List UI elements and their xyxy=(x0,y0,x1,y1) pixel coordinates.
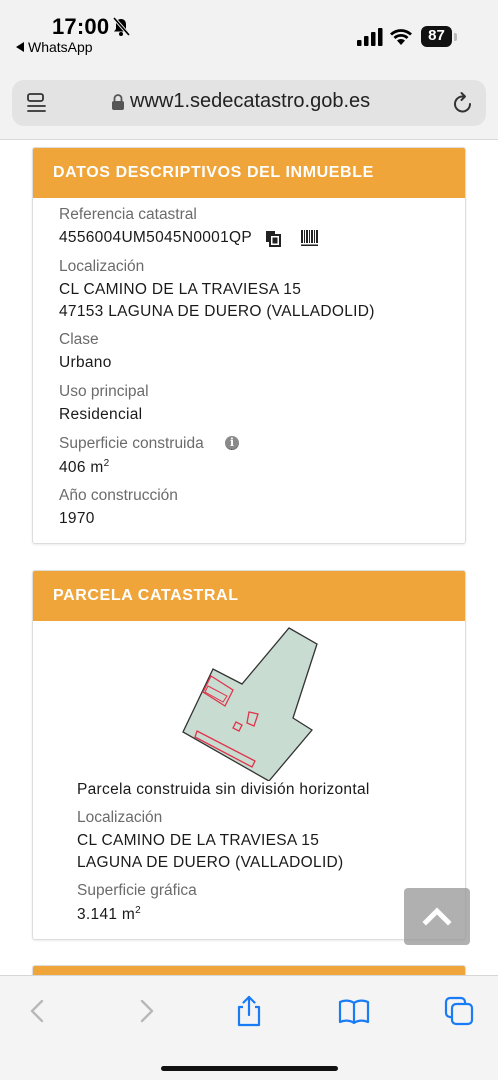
loc-line1: CL CAMINO DE LA TRAVIESA 15 xyxy=(59,281,302,298)
inmueble-card: DATOS DESCRIPTIVOS DEL INMUEBLE Referenc… xyxy=(32,147,466,544)
sup-grafica-exp: 2 xyxy=(135,905,141,916)
tabs-icon[interactable] xyxy=(442,994,476,1028)
inmueble-header: DATOS DESCRIPTIVOS DEL INMUEBLE xyxy=(33,148,465,198)
parcel-map[interactable] xyxy=(181,626,321,781)
ref-label: Referencia catastral xyxy=(59,206,197,223)
sup-grafica-value: 3.141 m2 xyxy=(77,905,141,924)
status-bar: 17:00 WhatsApp 87 xyxy=(0,0,498,64)
reload-icon[interactable] xyxy=(452,91,474,115)
sup-construida-number: 406 m xyxy=(59,459,104,477)
anio-value: 1970 xyxy=(59,510,95,527)
parcela-loc-line1: CL CAMINO DE LA TRAVIESA 15 xyxy=(77,832,320,849)
home-indicator xyxy=(161,1066,338,1071)
parcela-loc-line2: LAGUNA DE DUERO (VALLADOLID) xyxy=(77,854,344,871)
barcode-icon[interactable] xyxy=(301,229,319,247)
parcela-loc-label: Localización xyxy=(77,809,163,826)
sup-grafica-label: Superficie gráfica xyxy=(77,882,197,899)
info-icon[interactable]: i xyxy=(225,436,239,450)
reader-menu-icon[interactable] xyxy=(26,92,48,114)
parcela-tipo: Parcela construida sin división horizont… xyxy=(77,781,370,798)
address-bar[interactable]: www1.sedecatastro.gob.es xyxy=(12,80,486,126)
book-icon[interactable] xyxy=(337,994,371,1028)
back-triangle-icon xyxy=(16,42,24,52)
battery-level: 87 xyxy=(428,27,445,44)
wifi-icon xyxy=(390,29,412,45)
battery-indicator: 87 xyxy=(421,26,457,48)
parcela-card: PARCELA CATASTRAL Parcela construida sin… xyxy=(32,570,466,940)
loc-label: Localización xyxy=(59,258,145,275)
uso-label: Uso principal xyxy=(59,383,149,400)
browser-address-area: www1.sedecatastro.gob.es xyxy=(0,64,498,140)
chevron-left-icon[interactable] xyxy=(22,994,56,1028)
browser-toolbar xyxy=(0,975,498,1080)
lock-icon xyxy=(112,94,124,110)
back-to-app-link[interactable]: WhatsApp xyxy=(16,39,93,55)
cellular-signal-icon xyxy=(357,28,383,46)
scroll-to-top-button[interactable] xyxy=(404,888,470,945)
sup-construida-label: Superficie construida xyxy=(59,435,204,452)
sup-construida-exp: 2 xyxy=(103,458,110,469)
clase-label: Clase xyxy=(59,331,99,348)
anio-label: Año construcción xyxy=(59,487,178,504)
bell-muted-icon xyxy=(112,17,130,37)
chevron-right-icon[interactable] xyxy=(128,994,162,1028)
back-app-label: WhatsApp xyxy=(28,39,93,55)
chevron-up-icon xyxy=(422,907,452,926)
uso-value: Residencial xyxy=(59,406,143,423)
sup-grafica-number: 3.141 m xyxy=(77,906,136,924)
ref-value[interactable]: 4556004UM5045N0001QP xyxy=(59,229,252,247)
parcela-header: PARCELA CATASTRAL xyxy=(33,571,465,621)
clase-value: Urbano xyxy=(59,354,112,371)
status-time: 17:00 xyxy=(52,14,110,39)
share-icon[interactable] xyxy=(232,994,266,1028)
url-text[interactable]: www1.sedecatastro.gob.es xyxy=(130,90,370,113)
copy-icon[interactable] xyxy=(265,230,281,247)
sup-construida-value: 406 m2 xyxy=(59,458,109,477)
loc-line2: 47153 LAGUNA DE DUERO (VALLADOLID) xyxy=(59,303,375,320)
